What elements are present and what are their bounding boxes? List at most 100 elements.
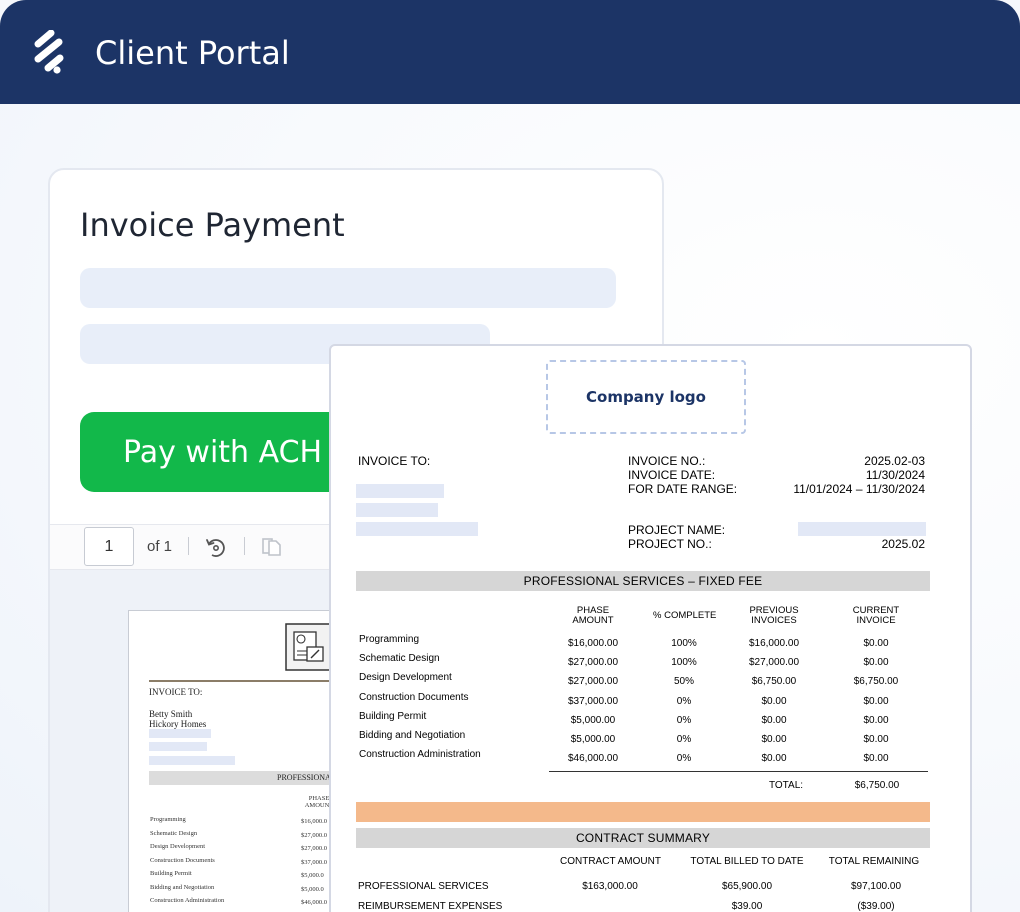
thumbnail-row-amount: $27,000.0 xyxy=(301,845,327,852)
invoice-row-label: Design Development xyxy=(359,672,452,684)
invoice-date-label: INVOICE DATE: xyxy=(628,468,716,482)
thumbnail-row-amount: $5,000.0 xyxy=(301,885,324,893)
invoice-to-label: INVOICE TO: xyxy=(358,454,431,468)
invoice-row-phase-amount: $37,000.00 xyxy=(567,695,619,707)
summary-row-label: PROFESSIONAL SERVICES xyxy=(358,881,489,892)
previous-invoices-header: PREVIOUS INVOICES xyxy=(749,605,799,626)
invoice-row-current: $6,750.00 xyxy=(853,676,899,688)
skeleton-line xyxy=(356,522,478,536)
date-range-value: 11/01/2024 – 11/30/2024 xyxy=(793,482,925,496)
thumbnail-client-name: Betty Smith xyxy=(149,709,193,719)
invoice-row-current: $0.00 xyxy=(863,753,889,765)
invoice-row-previous: $0.00 xyxy=(761,734,787,745)
project-no-label: PROJECT NO.: xyxy=(628,537,712,551)
summary-row-amount: $163,000.00 xyxy=(582,881,638,892)
thumbnail-divider xyxy=(149,680,337,682)
invoice-row-current: $0.00 xyxy=(863,657,889,669)
invoice-no-label: INVOICE NO.: xyxy=(628,454,706,468)
thumbnail-invoice-to: INVOICE TO: xyxy=(149,687,203,697)
thumbnail-row-label: Schematic Design xyxy=(150,829,198,837)
invoice-row-label: Construction Documents xyxy=(359,691,469,703)
invoice-row-phase-amount: $27,000.00 xyxy=(567,676,619,688)
skeleton-line xyxy=(356,503,438,517)
project-name-label: PROJECT NAME: xyxy=(628,523,726,537)
building-plan-logo-icon xyxy=(285,623,331,671)
total-remaining-header: TOTAL REMAINING xyxy=(828,856,920,867)
contract-summary-band: CONTRACT SUMMARY xyxy=(356,828,930,848)
thumbnail-row-label: Design Development xyxy=(150,843,206,850)
invoice-row-phase-amount: $5,000.00 xyxy=(570,734,616,745)
thumbnail-row-amount: $37,000.0 xyxy=(301,858,327,866)
skeleton-line xyxy=(149,729,211,738)
thumbnail-section-title: PROFESSIONA xyxy=(277,773,331,782)
thumbnail-row-label: Bidding and Negotiation xyxy=(150,883,215,891)
thumbnail-client-company: Hickory Homes xyxy=(149,719,207,729)
thumbnail-row-label: Construction Administration xyxy=(150,897,225,904)
page-number-input[interactable]: 1 xyxy=(84,527,134,566)
percent-complete-header: % COMPLETE xyxy=(653,610,717,621)
summary-row-billed: $39.00 xyxy=(731,901,763,912)
skeleton-line xyxy=(80,268,616,308)
company-logo-placeholder: Company logo xyxy=(546,360,746,434)
rotate-icon[interactable] xyxy=(204,535,228,559)
total-value: $6,750.00 xyxy=(854,780,900,791)
thumbnail-row-label: Programming xyxy=(150,816,186,823)
total-label: TOTAL: xyxy=(768,780,804,791)
thumbnail-row-amount: $27,000.0 xyxy=(301,831,327,839)
summary-row-billed: $65,900.00 xyxy=(721,881,773,892)
skeleton-line xyxy=(356,484,444,498)
invoice-row-previous: $16,000.00 xyxy=(748,638,800,649)
date-range-label: FOR DATE RANGE: xyxy=(628,482,738,496)
summary-row-label: REIMBURSEMENT EXPENSES xyxy=(358,901,503,912)
skeleton-line xyxy=(149,756,235,765)
summary-row-remaining: $97,100.00 xyxy=(850,881,902,892)
invoice-row-phase-amount: $46,000.00 xyxy=(567,753,619,765)
pay-with-ach-button[interactable]: Pay with ACH xyxy=(80,412,350,492)
invoice-row-previous: $0.00 xyxy=(761,753,787,765)
invoice-row-current: $0.00 xyxy=(863,695,889,707)
page-count-label: of 1 xyxy=(147,538,173,555)
invoice-row-percent-complete: 0% xyxy=(676,714,692,726)
invoice-row-current: $0.00 xyxy=(863,734,889,745)
phase-amount-header: PHASE AMOUNT xyxy=(572,605,614,626)
toolbar-divider xyxy=(188,537,189,555)
invoice-row-percent-complete: 0% xyxy=(676,734,692,745)
highlight-band xyxy=(356,802,930,822)
project-no-value: 2025.02 xyxy=(881,537,925,551)
skeleton-line xyxy=(149,742,207,751)
invoice-no-value: 2025.02-03 xyxy=(864,454,925,468)
app-title: Client Portal xyxy=(95,34,290,72)
invoice-row-previous: $27,000.00 xyxy=(748,657,800,669)
thumbnail-row-label: Building Permit xyxy=(150,870,192,877)
invoice-row-label: Bidding and Negotiation xyxy=(359,730,466,741)
summary-row-remaining: ($39.00) xyxy=(857,901,895,912)
invoice-row-previous: $0.00 xyxy=(761,695,787,707)
total-billed-header: TOTAL BILLED TO DATE xyxy=(690,856,804,867)
invoice-row-percent-complete: 0% xyxy=(676,695,692,707)
thumbnail-row-amount: $46,000.0 xyxy=(301,899,327,906)
invoice-row-phase-amount: $16,000.00 xyxy=(567,638,619,649)
skeleton-line xyxy=(798,522,926,536)
invoice-row-label: Construction Administration xyxy=(359,749,481,761)
invoice-row-label: Building Permit xyxy=(359,710,427,722)
invoice-row-label: Schematic Design xyxy=(359,653,440,665)
invoice-page-thumbnail[interactable]: INVOICE TO: Betty Smith Hickory Homes PR… xyxy=(128,610,338,912)
invoice-row-percent-complete: 100% xyxy=(671,657,697,669)
invoice-row-percent-complete: 0% xyxy=(676,753,692,765)
stripes-logo-icon[interactable] xyxy=(32,30,66,76)
invoice-row-previous: $6,750.00 xyxy=(751,676,797,688)
invoice-row-percent-complete: 50% xyxy=(673,676,694,688)
invoice-row-phase-amount: $27,000.00 xyxy=(567,657,619,669)
total-divider xyxy=(549,771,928,772)
invoice-row-phase-amount: $5,000.00 xyxy=(570,714,616,726)
invoice-row-current: $0.00 xyxy=(863,638,889,649)
invoice-row-percent-complete: 100% xyxy=(671,638,697,649)
thumbnail-row-amount: $5,000.0 xyxy=(301,872,324,879)
invoice-row-current: $0.00 xyxy=(863,714,889,726)
invoice-row-label: Programming xyxy=(359,634,420,645)
invoice-date-value: 11/30/2024 xyxy=(865,468,925,482)
contract-amount-header: CONTRACT AMOUNT xyxy=(560,856,661,867)
invoice-row-previous: $0.00 xyxy=(761,714,787,726)
thumbnail-row-amount: $16,000.0 xyxy=(301,818,327,825)
pages-icon[interactable] xyxy=(260,536,284,558)
